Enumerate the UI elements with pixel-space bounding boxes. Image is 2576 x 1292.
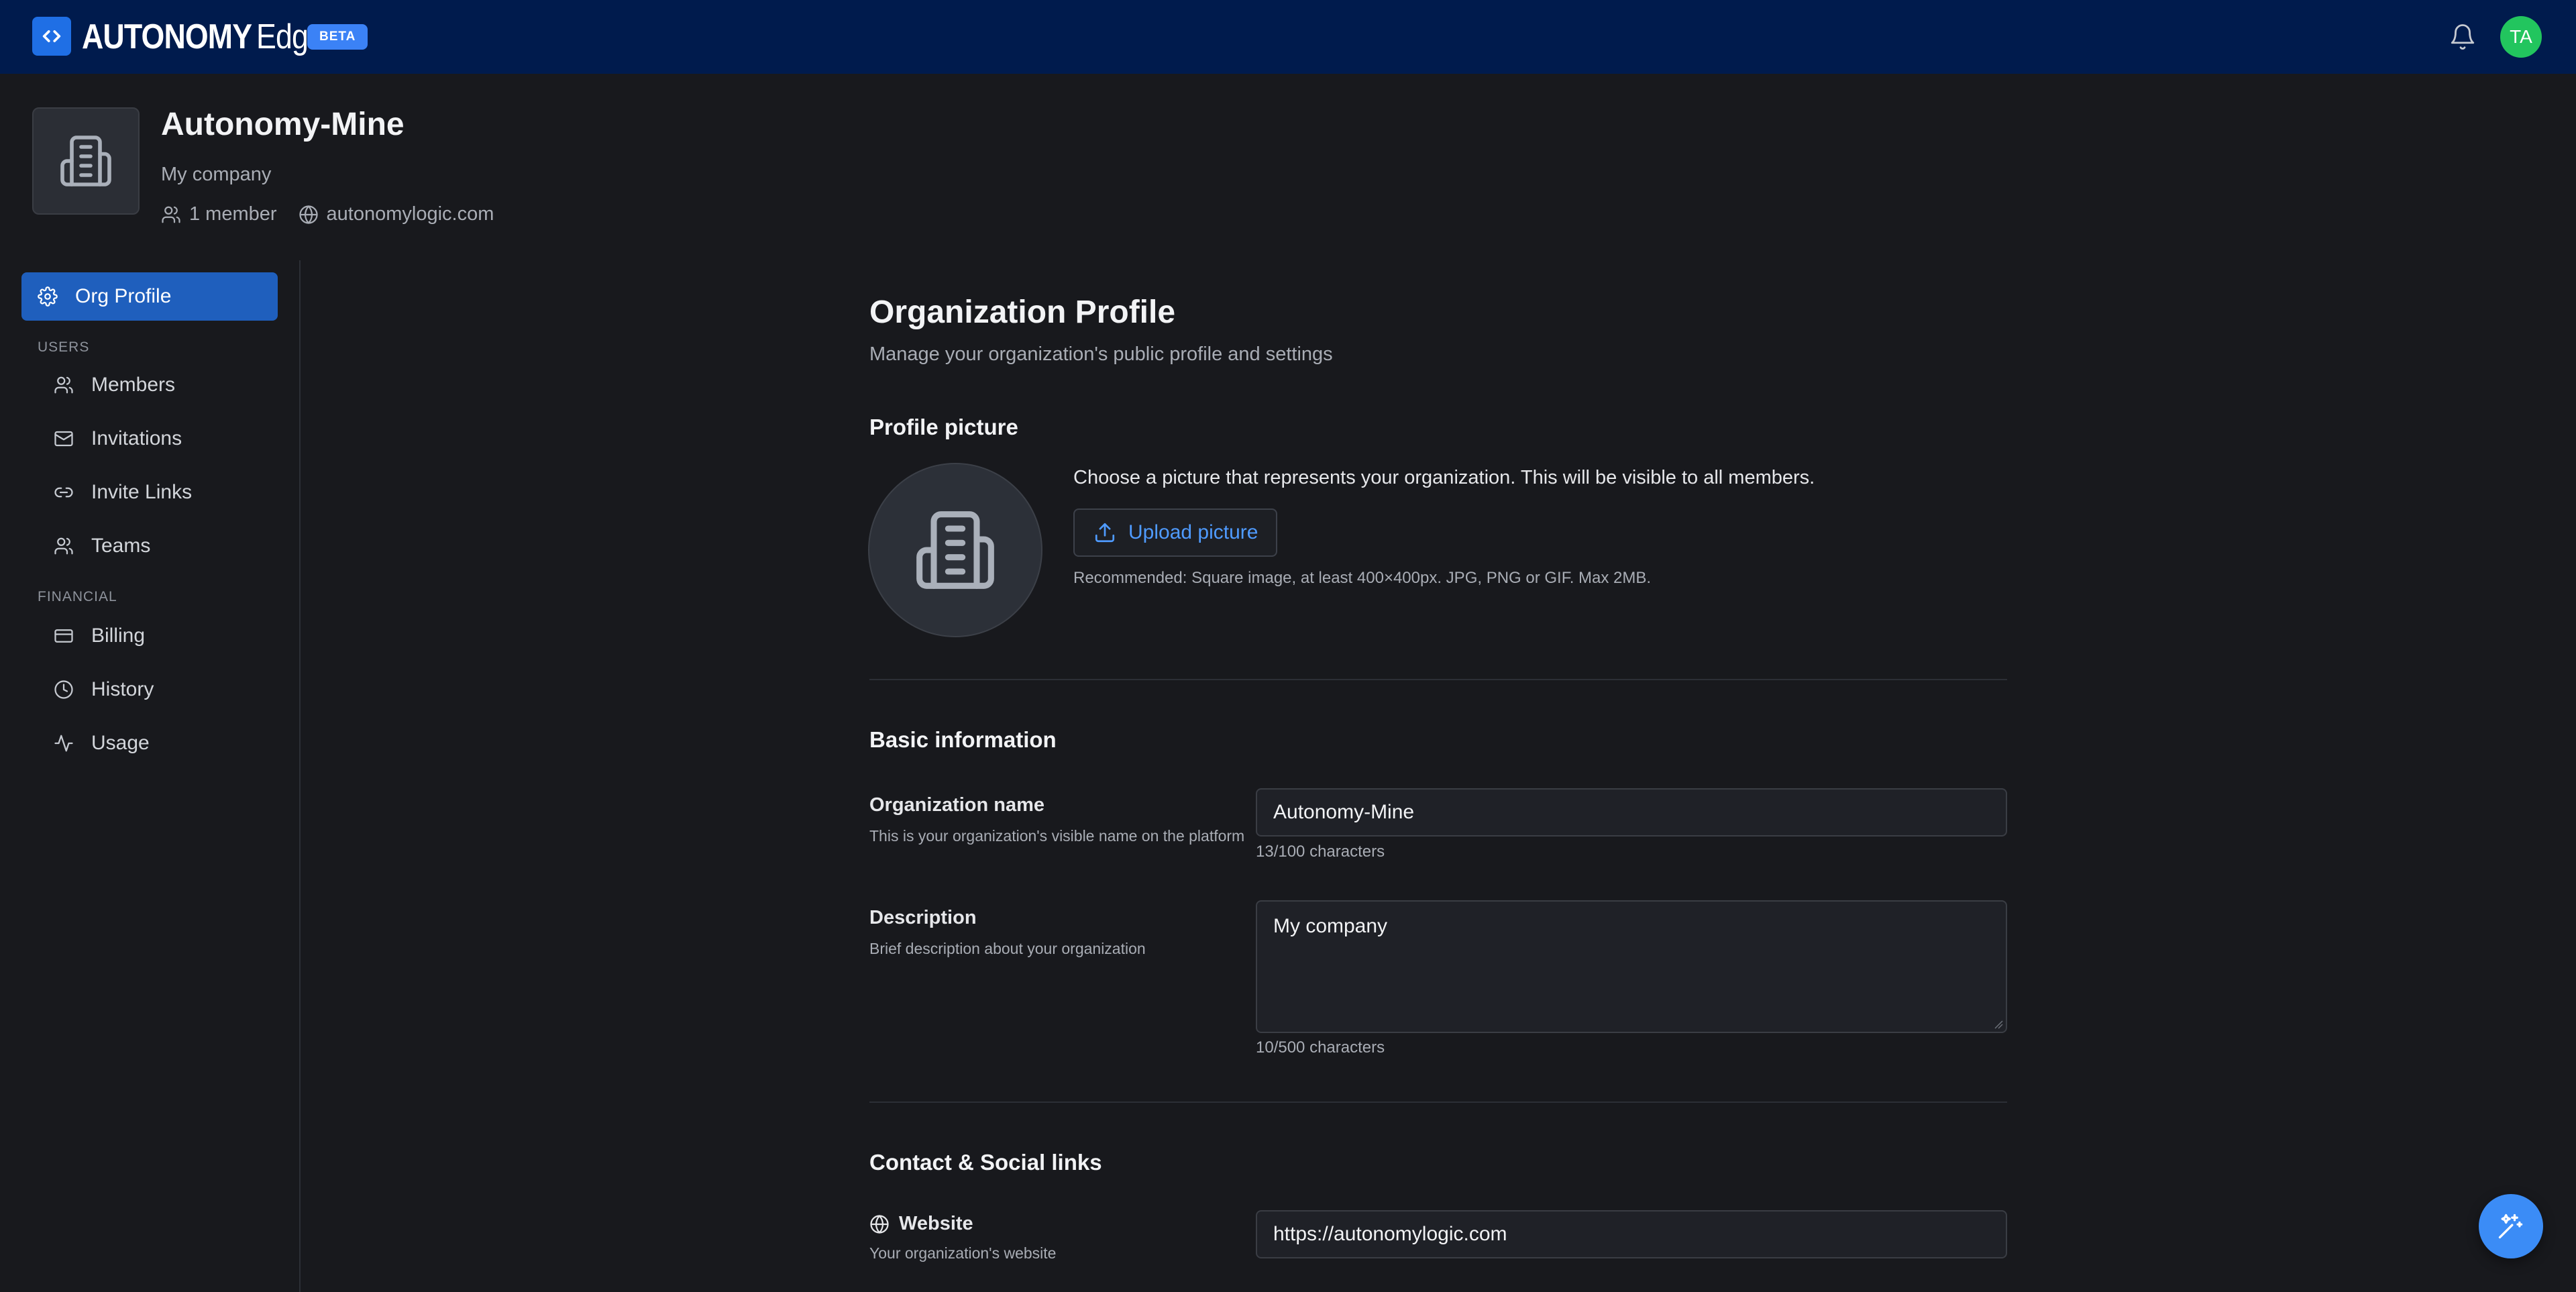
org-name: Autonomy-Mine — [161, 107, 405, 142]
sidebar-item-invite-links[interactable]: Invite Links — [38, 471, 278, 514]
website-label-text: Website — [899, 1213, 973, 1234]
description-count: 10/500 characters — [1256, 1038, 1385, 1057]
gear-icon — [38, 286, 58, 307]
profile-picture-title: Profile picture — [869, 415, 1018, 439]
sidebar-item-label: Billing — [91, 625, 146, 647]
mail-icon — [54, 431, 73, 447]
org-name-help: This is your organization's visible name… — [869, 827, 1245, 845]
clock-icon — [54, 680, 73, 699]
building-icon — [916, 511, 994, 589]
org-logo — [32, 107, 140, 215]
users-icon — [162, 206, 180, 223]
beta-badge: BETA — [307, 24, 368, 50]
profile-picture-text: Choose a picture that represents your or… — [1073, 467, 1815, 488]
sidebar-item-invitations[interactable]: Invitations — [38, 417, 278, 460]
member-count: 1 member — [161, 203, 277, 225]
top-bar: AUTONOMY Edge BETA TA — [0, 0, 2576, 74]
org-domain-text: autonomylogic.com — [326, 203, 494, 225]
org-description: My company — [161, 164, 272, 185]
sidebar-item-label: Usage — [91, 732, 150, 754]
website-input[interactable]: https://autonomylogic.com — [1256, 1210, 2007, 1258]
divider — [869, 1101, 2007, 1103]
member-count-text: 1 member — [189, 203, 277, 225]
magic-wand-icon — [2498, 1214, 2523, 1239]
sidebar-item-label: Teams — [91, 535, 151, 557]
sidebar-item-org-profile[interactable]: Org Profile — [21, 272, 278, 321]
org-name-count: 13/100 characters — [1256, 843, 1385, 861]
sidebar-item-history[interactable]: History — [38, 668, 278, 711]
website-help: Your organization's website — [869, 1244, 1057, 1262]
org-name-label: Organization name — [869, 794, 1045, 816]
brand-bold: AUTONOMY — [82, 17, 252, 56]
link-icon — [54, 487, 73, 498]
description-value: My company — [1273, 915, 1388, 937]
org-domain: autonomylogic.com — [299, 203, 494, 225]
sidebar-item-label: Invite Links — [91, 481, 193, 503]
sidebar-item-usage[interactable]: Usage — [38, 722, 278, 765]
sidebar-item-members[interactable]: Members — [38, 364, 278, 407]
description-textarea[interactable]: My company — [1256, 900, 2007, 1033]
upload-picture-button[interactable]: Upload picture — [1073, 508, 1277, 557]
sidebar-item-billing[interactable]: Billing — [38, 614, 278, 657]
sidebar-item-label: Org Profile — [75, 285, 172, 307]
org-meta: 1 member autonomylogic.com — [161, 203, 515, 225]
activity-icon — [54, 735, 73, 752]
bell-icon[interactable] — [2449, 23, 2477, 51]
page-title: Organization Profile — [869, 294, 1176, 330]
basic-information-title: Basic information — [869, 727, 1057, 752]
globe-icon — [299, 205, 318, 224]
sidebar-item-teams[interactable]: Teams — [38, 525, 278, 568]
upload-icon — [1095, 523, 1115, 543]
org-name-input[interactable]: Autonomy-Mine — [1256, 788, 2007, 837]
ai-assistant-button[interactable] — [2479, 1194, 2543, 1258]
brand-name[interactable]: AUTONOMY Edge — [82, 16, 335, 58]
profile-picture-recommendation: Recommended: Square image, at least 400×… — [1073, 569, 1652, 587]
credit-card-icon — [54, 629, 73, 643]
sidebar-section-financial: FINANCIAL — [38, 589, 117, 604]
contact-links-title: Contact & Social links — [869, 1150, 1102, 1175]
sidebar-item-label: Members — [91, 374, 176, 396]
sidebar-section-users: USERS — [38, 339, 90, 355]
sidebar-item-label: Invitations — [91, 427, 182, 449]
description-label: Description — [869, 907, 977, 928]
upload-picture-label: Upload picture — [1128, 521, 1258, 543]
sidebar-divider — [299, 260, 301, 1292]
building-icon — [60, 136, 111, 186]
user-avatar[interactable]: TA — [2500, 16, 2542, 58]
profile-picture-preview — [868, 463, 1042, 637]
globe-icon — [870, 1214, 889, 1234]
page-subtitle: Manage your organization's public profil… — [869, 343, 1333, 365]
users-icon — [54, 537, 73, 555]
resize-grip-icon[interactable] — [1992, 1018, 2003, 1029]
divider — [869, 679, 2007, 680]
logo-icon[interactable] — [32, 17, 71, 56]
users-icon — [54, 376, 73, 394]
description-help: Brief description about your organizatio… — [869, 940, 1146, 957]
sidebar-item-label: History — [91, 678, 154, 700]
website-label: Website — [869, 1213, 973, 1235]
